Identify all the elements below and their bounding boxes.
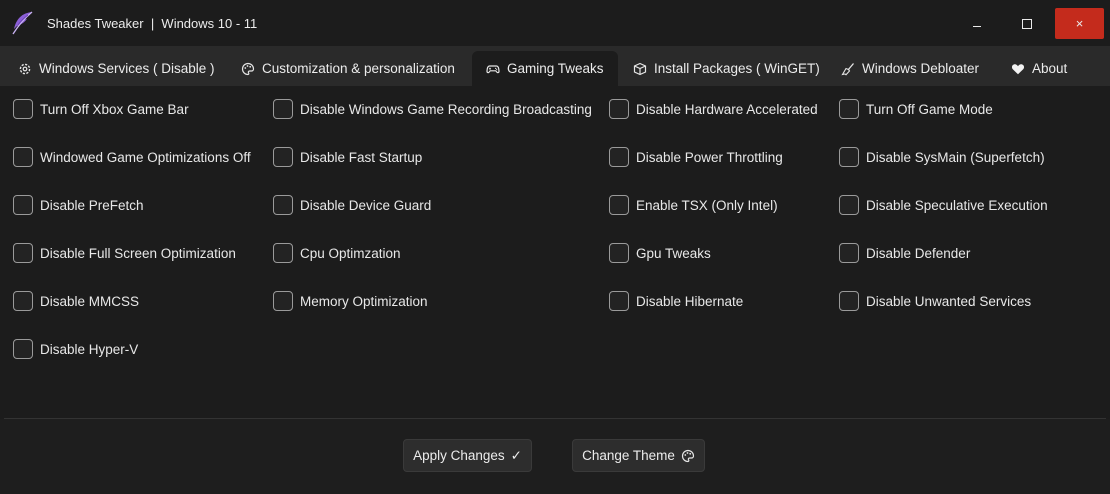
- gamepad-icon: [486, 64, 500, 73]
- option-label: Disable Fast Startup: [300, 149, 423, 165]
- option-checkbox[interactable]: Disable Unwanted Services: [839, 291, 1031, 311]
- tab-gaming-tweaks[interactable]: Gaming Tweaks: [472, 51, 618, 86]
- checkbox[interactable]: [273, 99, 293, 119]
- tab-label: Windows Debloater: [862, 61, 980, 76]
- option-label: Disable Speculative Execution: [866, 197, 1048, 213]
- close-button[interactable]: ×: [1055, 8, 1104, 39]
- option-label: Memory Optimization: [300, 293, 428, 309]
- option-label: Disable Hardware Accelerated: [636, 101, 818, 117]
- option-label: Disable Unwanted Services: [866, 293, 1032, 309]
- maximize-icon: [1022, 18, 1032, 29]
- checkmark-icon: ✓: [510, 447, 522, 463]
- checkbox[interactable]: [839, 195, 859, 215]
- option-label: Enable TSX (Only Intel): [636, 197, 778, 213]
- option-checkbox[interactable]: Disable Windows Game Recording Broadcast…: [273, 99, 592, 119]
- heart-icon: [1011, 63, 1025, 74]
- option-checkbox[interactable]: Disable Speculative Execution: [839, 195, 1048, 215]
- option-checkbox[interactable]: Gpu Tweaks: [609, 243, 711, 263]
- checkbox[interactable]: [273, 243, 293, 263]
- option-label: Disable Device Guard: [300, 197, 432, 213]
- tab-label: Windows Services ( Disable ): [39, 61, 215, 76]
- option-label: Gpu Tweaks: [636, 245, 711, 261]
- palette-icon: [241, 62, 255, 75]
- option-checkbox[interactable]: Disable Fast Startup: [273, 147, 422, 167]
- minimize-button[interactable]: [955, 8, 999, 39]
- option-checkbox[interactable]: Disable Power Throttling: [609, 147, 783, 167]
- checkbox[interactable]: [273, 195, 293, 215]
- tab-about[interactable]: About: [997, 51, 1081, 86]
- tab-bar: Windows Services ( Disable ) Customizati…: [0, 46, 1110, 86]
- package-icon: [633, 62, 647, 75]
- option-checkbox[interactable]: Disable Defender: [839, 243, 970, 263]
- checkbox[interactable]: [273, 291, 293, 311]
- minimize-icon: [973, 25, 981, 28]
- option-label: Cpu Optimzation: [300, 245, 401, 261]
- checkbox[interactable]: [609, 243, 629, 263]
- close-icon: ×: [1075, 16, 1084, 31]
- broom-icon: [841, 62, 854, 76]
- option-checkbox[interactable]: Windowed Game Optimizations Off: [13, 147, 251, 167]
- tab-windows-debloater[interactable]: Windows Debloater: [827, 51, 993, 86]
- palette-icon: [681, 449, 695, 462]
- option-checkbox[interactable]: Turn Off Game Mode: [839, 99, 993, 119]
- tab-label: About: [1032, 61, 1068, 76]
- checkbox[interactable]: [839, 147, 859, 167]
- apply-changes-label: Apply Changes: [413, 448, 505, 463]
- window-title: Shades Tweaker | Windows 10 - 11: [47, 16, 258, 31]
- option-checkbox[interactable]: Disable SysMain (Superfetch): [839, 147, 1045, 167]
- tab-label: Customization & personalization: [262, 61, 455, 76]
- checkbox[interactable]: [13, 99, 33, 119]
- checkbox[interactable]: [273, 147, 293, 167]
- checkbox[interactable]: [13, 195, 33, 215]
- option-checkbox[interactable]: Disable Hardware Accelerated: [609, 99, 818, 119]
- tab-label: Install Packages ( WinGET): [654, 61, 820, 76]
- option-label: Disable Hibernate: [636, 293, 744, 309]
- option-label: Disable Defender: [866, 245, 971, 261]
- tab-customization[interactable]: Customization & personalization: [227, 51, 469, 86]
- option-checkbox[interactable]: Disable Device Guard: [273, 195, 431, 215]
- feather-icon: [12, 11, 33, 35]
- checkbox[interactable]: [13, 291, 33, 311]
- checkbox[interactable]: [839, 99, 859, 119]
- option-checkbox[interactable]: Disable Hyper-V: [13, 339, 138, 359]
- option-label: Windowed Game Optimizations Off: [40, 149, 251, 165]
- option-label: Disable SysMain (Superfetch): [866, 149, 1045, 165]
- option-checkbox[interactable]: Cpu Optimzation: [273, 243, 401, 263]
- option-label: Disable Full Screen Optimization: [40, 245, 236, 261]
- apply-changes-button[interactable]: Apply Changes ✓: [403, 439, 532, 472]
- option-label: Turn Off Game Mode: [866, 101, 993, 117]
- checkbox[interactable]: [13, 339, 33, 359]
- option-checkbox[interactable]: Turn Off Xbox Game Bar: [13, 99, 189, 119]
- tab-label: Gaming Tweaks: [507, 61, 604, 76]
- option-checkbox[interactable]: Disable PreFetch: [13, 195, 144, 215]
- gear-icon: [19, 63, 31, 74]
- change-theme-label: Change Theme: [582, 448, 675, 463]
- checkbox[interactable]: [609, 291, 629, 311]
- tab-windows-services[interactable]: Windows Services ( Disable ): [4, 51, 229, 86]
- option-checkbox[interactable]: Memory Optimization: [273, 291, 428, 311]
- checkbox[interactable]: [609, 195, 629, 215]
- checkbox[interactable]: [609, 99, 629, 119]
- option-checkbox[interactable]: Enable TSX (Only Intel): [609, 195, 778, 215]
- tab-install-packages[interactable]: Install Packages ( WinGET): [619, 51, 834, 86]
- footer: [0, 419, 1110, 494]
- change-theme-button[interactable]: Change Theme: [572, 439, 705, 472]
- option-label: Disable Windows Game Recording Broadcast…: [300, 101, 592, 117]
- checkbox[interactable]: [609, 147, 629, 167]
- option-label: Turn Off Xbox Game Bar: [40, 101, 189, 117]
- title-bar: Shades Tweaker | Windows 10 - 11 ×: [0, 0, 1110, 46]
- checkbox[interactable]: [839, 243, 859, 263]
- checkbox[interactable]: [13, 243, 33, 263]
- option-checkbox[interactable]: Disable Full Screen Optimization: [13, 243, 236, 263]
- maximize-button[interactable]: [1005, 8, 1049, 39]
- option-checkbox[interactable]: Disable Hibernate: [609, 291, 743, 311]
- option-label: Disable Power Throttling: [636, 149, 783, 165]
- checkbox[interactable]: [839, 291, 859, 311]
- checkbox[interactable]: [13, 147, 33, 167]
- option-label: Disable PreFetch: [40, 197, 144, 213]
- option-label: Disable MMCSS: [40, 293, 140, 309]
- option-checkbox[interactable]: Disable MMCSS: [13, 291, 139, 311]
- option-label: Disable Hyper-V: [40, 341, 139, 357]
